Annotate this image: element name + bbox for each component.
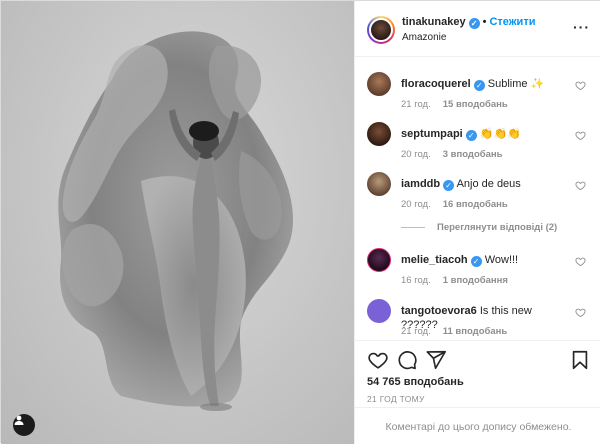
comment-text: Sublime ✨: [487, 78, 545, 90]
verified-badge-icon: ✓: [443, 180, 455, 191]
comment-heart-icon[interactable]: [575, 130, 586, 141]
post-header: tinakunakey ✓ • Стежити Amazonie ···: [355, 1, 600, 57]
comment-likes[interactable]: 15 вподобань: [443, 99, 508, 110]
author-avatar[interactable]: [367, 16, 395, 44]
verified-badge-icon: ✓: [473, 80, 485, 91]
comment-heart-icon[interactable]: [575, 307, 586, 318]
post-actions: 54 765 вподобань 21 ГОД ТОМУ Коментарі д…: [355, 340, 600, 444]
comment-likes[interactable]: 16 вподобань: [443, 199, 508, 210]
heart-icon[interactable]: [367, 349, 389, 371]
comment-username[interactable]: tangotoevora6: [401, 305, 477, 317]
comment-username[interactable]: floracoquerel: [401, 78, 471, 90]
comment-meta: 20 год. 16 вподобань: [401, 199, 508, 210]
comment-username[interactable]: iamddb: [401, 178, 440, 190]
view-replies-button[interactable]: Переглянути відповіді (2): [401, 222, 557, 233]
comment-icon[interactable]: [396, 349, 418, 371]
comment-list: floracoquerel ✓ Sublime ✨ 21 год. 15 вподо…: [355, 57, 600, 340]
comment-time[interactable]: 20 год.: [401, 199, 431, 210]
verified-badge-icon: ✓: [470, 256, 482, 267]
verified-badge-icon: ✓: [465, 130, 477, 141]
comment-time[interactable]: 21 год.: [401, 326, 431, 337]
commenter-avatar[interactable]: [367, 172, 391, 196]
comment-heart-icon[interactable]: [575, 256, 586, 267]
dancer-photo-illustration: [58, 31, 294, 411]
comment-time[interactable]: 21 год.: [401, 99, 431, 110]
comment-username[interactable]: melie_tiacoh: [401, 254, 468, 266]
post-timestamp[interactable]: 21 ГОД ТОМУ: [367, 394, 425, 404]
comment-meta: 21 год. 11 вподобань: [401, 326, 507, 337]
author-username[interactable]: tinakunakey: [402, 16, 466, 28]
comment-likes[interactable]: 3 вподобань: [443, 149, 503, 160]
comment-meta: 20 год. 3 вподобань: [401, 149, 502, 160]
more-options-icon[interactable]: ···: [573, 19, 590, 35]
replies-divider: [401, 226, 425, 228]
post-photo[interactable]: [1, 1, 354, 444]
comment-text-line: iamddb ✓ Anjo de deus: [401, 177, 571, 191]
post-location[interactable]: Amazonie: [402, 32, 446, 43]
comment-text-line: floracoquerel ✓ Sublime ✨: [401, 77, 571, 91]
comment-meta: 21 год. 15 вподобань: [401, 99, 508, 110]
post-side-panel: tinakunakey ✓ • Стежити Amazonie ··· florac…: [354, 1, 600, 444]
commenter-avatar[interactable]: [367, 72, 391, 96]
commenter-avatar[interactable]: [367, 248, 391, 272]
comment-likes[interactable]: 11 вподобань: [443, 326, 508, 337]
comment-heart-icon[interactable]: [575, 180, 586, 191]
comment-text-line: melie_tiacoh ✓ Wow!!!: [401, 253, 571, 267]
comment-time[interactable]: 20 год.: [401, 149, 431, 160]
comment-text: Anjo de deus: [456, 178, 521, 190]
comment-username[interactable]: septumpapi: [401, 128, 463, 140]
comment-text: 👏👏👏: [479, 128, 521, 140]
comment-meta: 16 год. 1 вподобання: [401, 275, 508, 286]
commenter-avatar[interactable]: [367, 122, 391, 146]
comment-time[interactable]: 16 год.: [401, 275, 431, 286]
view-replies-label: Переглянути відповіді (2): [437, 222, 558, 233]
verified-badge-icon: ✓: [468, 18, 480, 29]
share-icon[interactable]: [425, 349, 447, 371]
comment-likes[interactable]: 1 вподобання: [443, 275, 508, 286]
follow-button[interactable]: Стежити: [489, 16, 535, 28]
comments-closed-notice: Коментарі до цього допису обмежено.: [355, 407, 600, 445]
user-tag-icon[interactable]: [13, 414, 35, 436]
post-dialog: tinakunakey ✓ • Стежити Amazonie ··· florac…: [0, 0, 600, 444]
comment-text-line: septumpapi ✓ 👏👏👏: [401, 127, 571, 141]
bookmark-icon[interactable]: [569, 349, 591, 371]
separator-dot: •: [482, 16, 487, 28]
comment-heart-icon[interactable]: [575, 80, 586, 91]
author-line: tinakunakey ✓ • Стежити: [402, 16, 535, 29]
comment-text: Wow!!!: [484, 254, 519, 266]
commenter-avatar[interactable]: [367, 299, 391, 323]
post-likes-count[interactable]: 54 765 вподобань: [367, 376, 464, 388]
